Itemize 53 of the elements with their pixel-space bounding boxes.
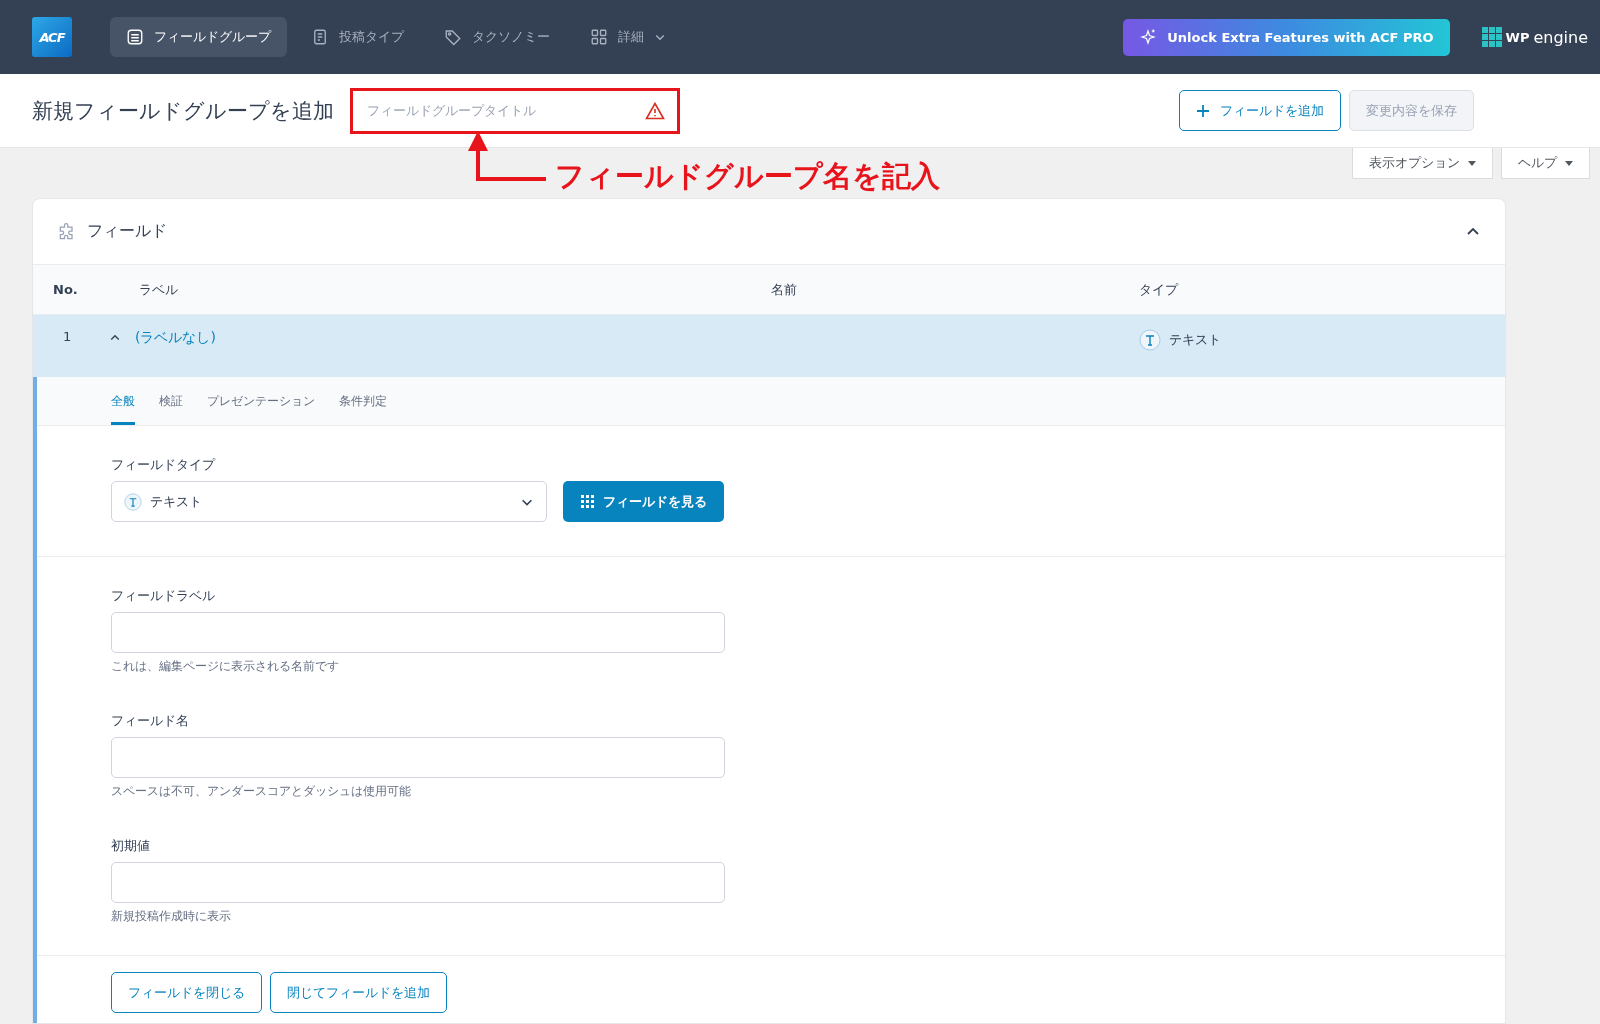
help-text: 新規投稿作成時に表示 <box>111 908 232 925</box>
column-header: ラベル <box>139 280 179 299</box>
row-number: 1 <box>63 329 72 344</box>
close-and-add-button[interactable]: 閉じてフィールドを追加 <box>270 972 447 1013</box>
tag-icon <box>444 28 462 46</box>
close-field-button[interactable]: フィールドを閉じる <box>111 972 262 1013</box>
column-header: No. <box>53 282 79 297</box>
nav-tab[interactable]: タクソノミー <box>428 17 566 57</box>
text-type-icon <box>124 492 142 511</box>
screen-option-button[interactable]: ヘルプ <box>1501 148 1590 179</box>
add-field-button[interactable]: フィールドを追加 <box>1179 90 1341 131</box>
input-field[interactable] <box>111 612 725 653</box>
panel-title: フィールド <box>87 221 167 242</box>
help-text: スペースは不可、アンダースコアとダッシュは使用可能 <box>111 783 412 800</box>
field-label: 初期値 <box>111 837 151 855</box>
settings-tab[interactable]: 条件判定 <box>339 393 387 425</box>
screen-option-button[interactable]: 表示オプション <box>1352 148 1493 179</box>
field-label: フィールド名 <box>111 712 190 730</box>
caret-icon <box>1468 160 1476 166</box>
help-text: これは、編集ページに表示される名前です <box>111 658 340 675</box>
brand-logo-icon <box>1481 27 1502 47</box>
upgrade-button[interactable]: Unlock Extra Features with ACF PRO <box>1123 18 1450 56</box>
settings-tab[interactable]: 検証 <box>159 393 183 425</box>
document-icon <box>311 28 329 46</box>
input-field[interactable] <box>111 862 725 903</box>
page-title: 新規フィールドグループを追加 <box>32 97 334 125</box>
text-type-icon <box>1139 329 1161 351</box>
sparkle-icon <box>1139 28 1158 46</box>
column-header: 名前 <box>771 280 798 299</box>
field-label: フィールドラベル <box>111 587 216 605</box>
grid-icon <box>580 494 595 509</box>
input-field[interactable] <box>111 737 725 778</box>
annotation-text: フィールドグループ名を記入 <box>555 158 940 195</box>
brand-mark: WP <box>1505 29 1530 45</box>
nav-tab[interactable]: 投稿タイプ <box>295 17 420 57</box>
browse-fields-button[interactable]: フィールドを見る <box>563 481 724 522</box>
settings-tab[interactable]: プレゼンテーション <box>207 393 315 425</box>
field-row[interactable]: 1 (ラベルなし) テキスト <box>33 315 1505 377</box>
field-type-select[interactable]: テキスト <box>111 481 547 522</box>
grid-icon <box>590 28 608 46</box>
nav-tab[interactable]: フィールドグループ <box>110 17 287 57</box>
title-field[interactable]: フィールドグループタイトル <box>350 87 680 134</box>
column-header: タイプ <box>1139 280 1180 299</box>
nav-tab[interactable]: 詳細 <box>574 17 682 57</box>
field-label-link[interactable]: (ラベルなし) <box>135 329 216 347</box>
brand-name: engine <box>1533 27 1588 47</box>
settings-tab[interactable]: 全般 <box>111 393 135 425</box>
list-icon <box>126 28 144 46</box>
caret-icon <box>1565 160 1573 166</box>
logo[interactable]: ACF <box>32 17 72 57</box>
plus-icon <box>1196 103 1210 118</box>
field-label: フィールドタイプ <box>111 456 217 474</box>
field-type-text: テキスト <box>1169 331 1221 349</box>
